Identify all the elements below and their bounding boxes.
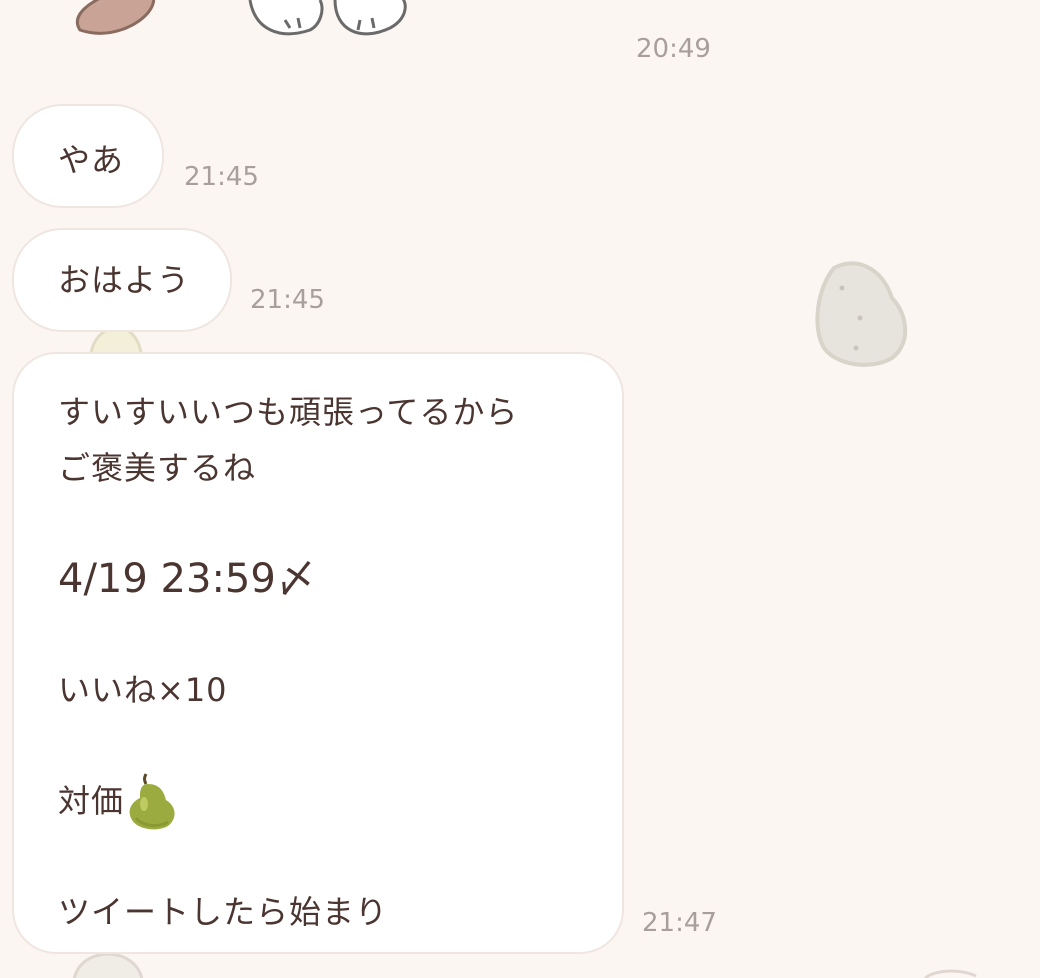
wallpaper-doodle-hand — [76, 0, 156, 35]
message-bubble[interactable]: おはよう — [12, 228, 232, 332]
pear-icon — [129, 773, 175, 830]
message-text: おはよう — [58, 261, 191, 299]
wallpaper-doodle-potato — [815, 261, 908, 367]
message-text: やあ — [58, 141, 125, 179]
message-timestamp: 21:45 — [250, 285, 325, 315]
message-line: 4/19 23:59〆 — [58, 556, 316, 602]
wallpaper-doodle-corner — [923, 969, 977, 978]
message-bubble[interactable]: やあ — [12, 104, 164, 208]
wallpaper-doodle-paws — [248, 0, 407, 36]
wallpaper-doodle-egg-bottom — [73, 952, 144, 978]
message-line: すいすいいつも頑張ってるから — [58, 393, 519, 431]
message-line-with-emoji: 対価 — [58, 773, 622, 830]
message-line: 対価 — [58, 782, 125, 820]
message-timestamp: 20:49 — [636, 34, 711, 64]
message-line: ご褒美するね — [58, 449, 257, 487]
message-line: いいね×10 — [58, 671, 228, 709]
message-line: ツイートしたら始まり — [58, 893, 389, 931]
message-bubble[interactable]: すいすいいつも頑張ってるから ご褒美するね 4/19 23:59〆 いいね×10… — [12, 352, 624, 954]
chat-area[interactable]: 20:49 やあ 21:45 おはよう 21:45 すいすいいつも頑張ってるから… — [0, 0, 1040, 978]
message-timestamp: 21:47 — [642, 908, 717, 938]
message-timestamp: 21:45 — [184, 162, 259, 192]
